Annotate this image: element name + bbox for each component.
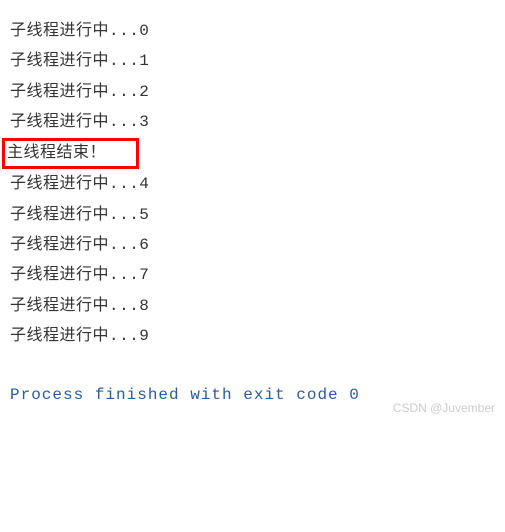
child-thread-line: 子线程进行中...6 [10, 230, 495, 260]
child-thread-line: 子线程进行中...2 [10, 77, 495, 107]
child-thread-line: 子线程进行中...0 [10, 16, 495, 46]
child-thread-line: 子线程进行中...3 [10, 107, 495, 137]
child-thread-line: 子线程进行中...4 [10, 169, 495, 199]
console-output: 子线程进行中...0子线程进行中...1子线程进行中...2子线程进行中...3… [10, 16, 495, 352]
child-thread-line: 子线程进行中...5 [10, 200, 495, 230]
main-thread-end-line: 主线程结束！ [10, 138, 495, 170]
child-thread-line: 子线程进行中...7 [10, 260, 495, 290]
child-thread-line: 子线程进行中...1 [10, 46, 495, 76]
watermark: CSDN @Juvember [393, 397, 495, 420]
highlight-box: 主线程结束！ [2, 138, 139, 170]
child-thread-line: 子线程进行中...9 [10, 321, 495, 351]
child-thread-line: 子线程进行中...8 [10, 291, 495, 321]
blank-spacer [10, 352, 495, 380]
